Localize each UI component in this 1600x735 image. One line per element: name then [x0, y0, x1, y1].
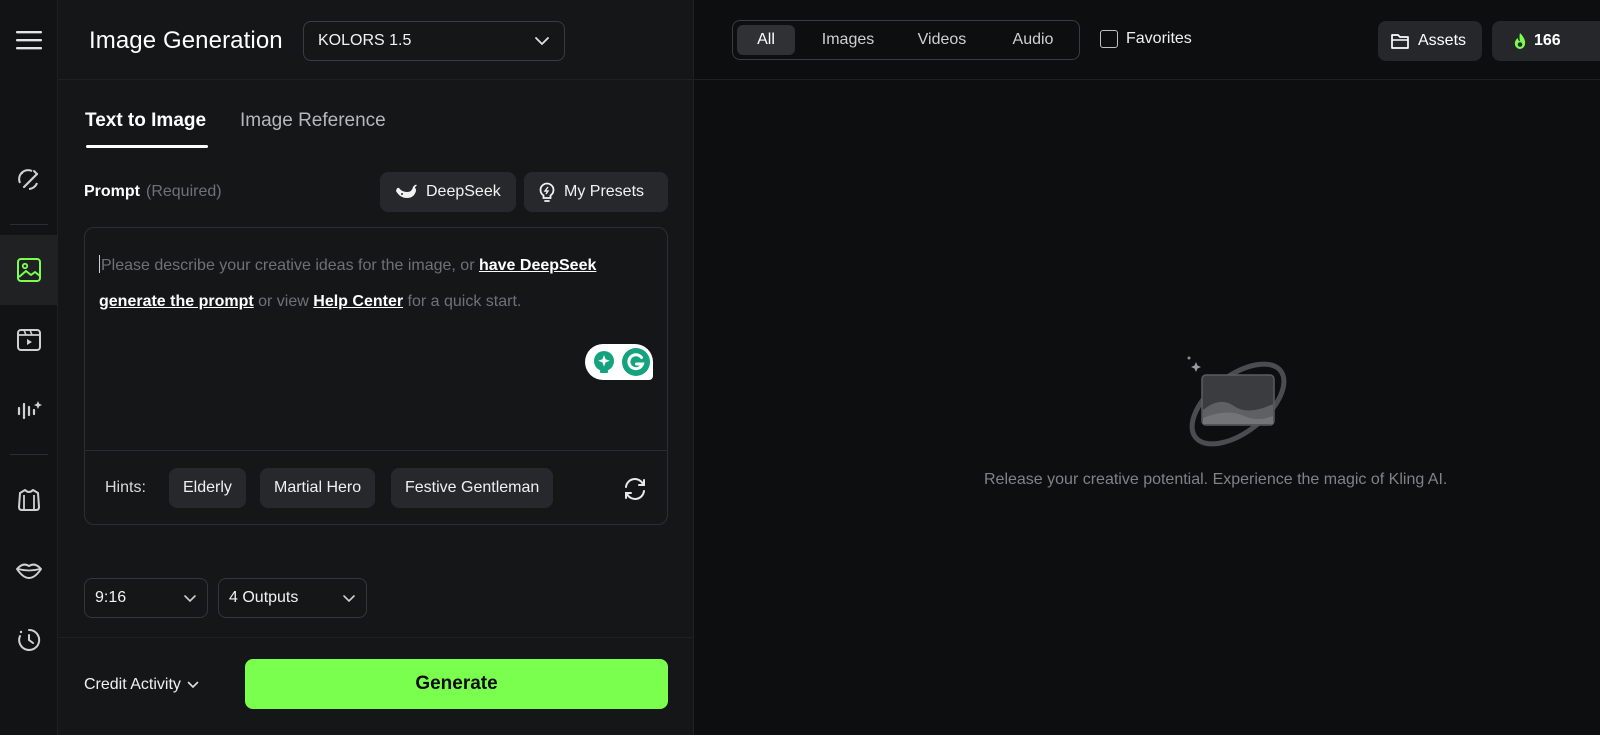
rail-item-try-on[interactable]: [0, 465, 58, 535]
history-icon: [18, 628, 41, 651]
folder-icon: [1391, 34, 1409, 49]
generate-button[interactable]: Generate: [245, 659, 668, 709]
filter-tab-audio[interactable]: Audio: [991, 25, 1075, 55]
hint-chip-martial-hero[interactable]: Martial Hero: [260, 468, 376, 508]
shirt-icon: [18, 489, 40, 511]
chevron-down-icon: [187, 681, 199, 689]
assets-button[interactable]: Assets: [1378, 21, 1482, 61]
grammarly-g-icon: [622, 348, 650, 376]
help-center-link[interactable]: Help Center: [313, 293, 403, 310]
video-icon: [17, 329, 41, 351]
filter-tab-images[interactable]: Images: [805, 25, 891, 55]
rail-item-lip-sync[interactable]: [0, 535, 58, 605]
rail-item-audio[interactable]: [0, 375, 58, 445]
placeholder-text: Please describe your creative ideas for …: [101, 257, 479, 274]
rail-divider: [10, 224, 48, 225]
rail-item-image[interactable]: [0, 235, 58, 305]
rail-item-history[interactable]: [0, 605, 58, 675]
menu-icon: [16, 31, 42, 50]
chevron-down-icon: [343, 594, 355, 602]
empty-gallery-illustration-icon: [1187, 356, 1287, 447]
assets-label: Assets: [1418, 32, 1467, 49]
my-presets-label: My Presets: [564, 183, 645, 200]
tab-text-to-image[interactable]: Text to Image: [85, 110, 206, 132]
grammarly-suggestion-icon: [594, 351, 614, 373]
favorites-toggle[interactable]: Favorites: [1100, 30, 1192, 48]
image-icon: [17, 258, 41, 282]
hint-chip-elderly[interactable]: Elderly: [169, 468, 246, 508]
rail-item-video[interactable]: [0, 305, 58, 375]
chevron-down-icon: [535, 37, 549, 46]
filter-tab-all[interactable]: All: [737, 25, 795, 55]
panel-footer: Credit Activity Generate: [58, 637, 694, 735]
aspect-ratio-select[interactable]: 9:16: [84, 578, 208, 618]
rail-divider: [10, 454, 48, 455]
prompt-required: (Required): [146, 183, 222, 200]
credit-activity-dropdown[interactable]: Credit Activity: [84, 676, 199, 694]
prompt-placeholder[interactable]: Please describe your creative ideas for …: [99, 248, 659, 320]
favorites-label: Favorites: [1126, 30, 1192, 47]
magic-edit-icon: [18, 169, 39, 190]
empty-state-message: Release your creative potential. Experie…: [984, 471, 1448, 488]
deepseek-whale-icon: [396, 184, 417, 198]
model-select[interactable]: KOLORS 1.5: [303, 21, 565, 61]
text-caret: [99, 255, 100, 273]
flame-icon: [1514, 33, 1526, 49]
chevron-down-icon: [184, 594, 196, 602]
prompt-input[interactable]: Please describe your creative ideas for …: [84, 227, 668, 525]
outputs-select[interactable]: 4 Outputs: [218, 578, 367, 618]
left-rail: [0, 0, 58, 735]
my-presets-button[interactable]: My Presets: [524, 172, 668, 212]
placeholder-text: for a quick start.: [403, 293, 522, 310]
prompt-label: Prompt (Required): [84, 183, 222, 201]
media-filter-tabs: All Images Videos Audio: [732, 20, 1080, 60]
filter-tab-videos[interactable]: Videos: [899, 25, 985, 55]
lips-icon: [16, 563, 42, 579]
credits-balance[interactable]: 166: [1492, 21, 1600, 61]
aspect-ratio-value: 9:16: [95, 589, 127, 606]
audio-icon: [17, 401, 42, 420]
rail-item-edit[interactable]: [0, 144, 58, 214]
refresh-hints-icon[interactable]: [622, 476, 648, 502]
credits-value: 166: [1534, 32, 1561, 49]
hints-bar: Hints: Elderly Martial Hero Festive Gent…: [85, 450, 667, 525]
favorites-checkbox[interactable]: [1100, 30, 1118, 48]
active-tab-indicator: [86, 145, 208, 148]
deepseek-button-label: DeepSeek: [426, 183, 501, 200]
generation-panel: Image Generation KOLORS 1.5 Text to Imag…: [58, 0, 694, 735]
hint-chip-festive-gentleman[interactable]: Festive Gentleman: [391, 468, 554, 508]
tab-image-reference[interactable]: Image Reference: [240, 110, 386, 132]
menu-button[interactable]: [0, 5, 58, 75]
placeholder-text: or view: [253, 293, 314, 310]
credit-activity-label: Credit Activity: [84, 676, 181, 693]
hints-label: Hints:: [105, 479, 146, 496]
grammarly-widget[interactable]: [585, 344, 653, 380]
page-title: Image Generation: [89, 27, 283, 54]
lightbulb-icon: [539, 182, 555, 202]
gallery-header: All Images Videos Audio Favorites Assets…: [694, 0, 1600, 80]
prompt-label-text: Prompt: [84, 183, 140, 200]
outputs-value: 4 Outputs: [229, 589, 299, 606]
model-select-value: KOLORS 1.5: [318, 32, 412, 49]
deepseek-button[interactable]: DeepSeek: [380, 172, 516, 212]
panel-header: Image Generation KOLORS 1.5: [58, 0, 694, 80]
